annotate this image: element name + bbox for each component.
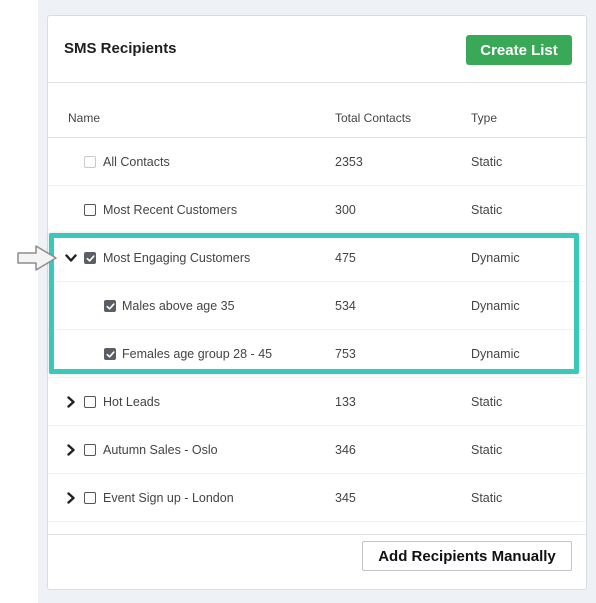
- recipient-name: Event Sign up - London: [103, 491, 234, 505]
- total-contacts-value: 133: [335, 395, 356, 409]
- left-margin: [0, 0, 38, 603]
- chevron-down-icon[interactable]: [64, 251, 78, 265]
- footer-divider: [48, 534, 586, 535]
- row-checkbox[interactable]: [84, 396, 96, 408]
- create-list-button[interactable]: Create List: [466, 35, 572, 65]
- row-checkbox[interactable]: [84, 252, 96, 264]
- column-header-type: Type: [471, 111, 498, 125]
- table-row[interactable]: All Contacts 2353 Static: [48, 138, 586, 186]
- table-row[interactable]: Event Sign up - London 345 Static: [48, 474, 586, 522]
- recipient-name: Hot Leads: [103, 395, 160, 409]
- list-type-value: Dynamic: [471, 299, 520, 313]
- recipient-name: Autumn Sales - Oslo: [103, 443, 218, 457]
- row-checkbox[interactable]: [84, 204, 96, 216]
- sms-recipients-card: SMS Recipients Create List Name Total Co…: [47, 15, 587, 590]
- total-contacts-value: 300: [335, 203, 356, 217]
- total-contacts-value: 753: [335, 347, 356, 361]
- row-checkbox[interactable]: [104, 348, 116, 360]
- add-recipients-manually-button[interactable]: Add Recipients Manually: [362, 541, 572, 571]
- recipient-name: Most Engaging Customers: [103, 251, 251, 265]
- row-divider: [48, 521, 586, 522]
- recipient-name: Females age group 28 - 45: [122, 347, 273, 361]
- chevron-right-icon[interactable]: [64, 491, 78, 505]
- table-row[interactable]: Most Recent Customers 300 Static: [48, 186, 586, 234]
- pointer-arrow-icon: [17, 245, 57, 271]
- row-checkbox: [84, 156, 96, 168]
- row-checkbox[interactable]: [84, 444, 96, 456]
- list-type-value: Static: [471, 443, 503, 457]
- table-row[interactable]: Males above age 35 534 Dynamic: [48, 282, 586, 330]
- total-contacts-value: 534: [335, 299, 356, 313]
- table-row[interactable]: Most Engaging Customers 475 Dynamic: [48, 234, 586, 282]
- total-contacts-value: 346: [335, 443, 356, 457]
- list-type-value: Static: [471, 203, 503, 217]
- list-type-value: Static: [471, 155, 503, 169]
- column-header-name: Name: [68, 111, 101, 125]
- row-checkbox[interactable]: [84, 492, 96, 504]
- recipient-name: Most Recent Customers: [103, 203, 238, 217]
- list-type-value: Static: [471, 491, 503, 505]
- recipient-name: All Contacts: [103, 155, 170, 169]
- chevron-right-icon[interactable]: [64, 443, 78, 457]
- total-contacts-value: 475: [335, 251, 356, 265]
- list-type-value: Static: [471, 395, 503, 409]
- total-contacts-value: 2353: [335, 155, 363, 169]
- list-type-value: Dynamic: [471, 251, 520, 265]
- total-contacts-value: 345: [335, 491, 356, 505]
- chevron-right-icon[interactable]: [64, 395, 78, 409]
- list-type-value: Dynamic: [471, 347, 520, 361]
- card-title: SMS Recipients: [64, 40, 177, 57]
- table-row[interactable]: Autumn Sales - Oslo 346 Static: [48, 426, 586, 474]
- table-row[interactable]: Females age group 28 - 45 753 Dynamic: [48, 330, 586, 378]
- column-header-total-contacts: Total Contacts: [335, 111, 412, 125]
- card-header: SMS Recipients Create List: [48, 16, 586, 83]
- table-row[interactable]: Hot Leads 133 Static: [48, 378, 586, 426]
- recipient-name: Males above age 35: [122, 299, 235, 313]
- row-checkbox[interactable]: [104, 300, 116, 312]
